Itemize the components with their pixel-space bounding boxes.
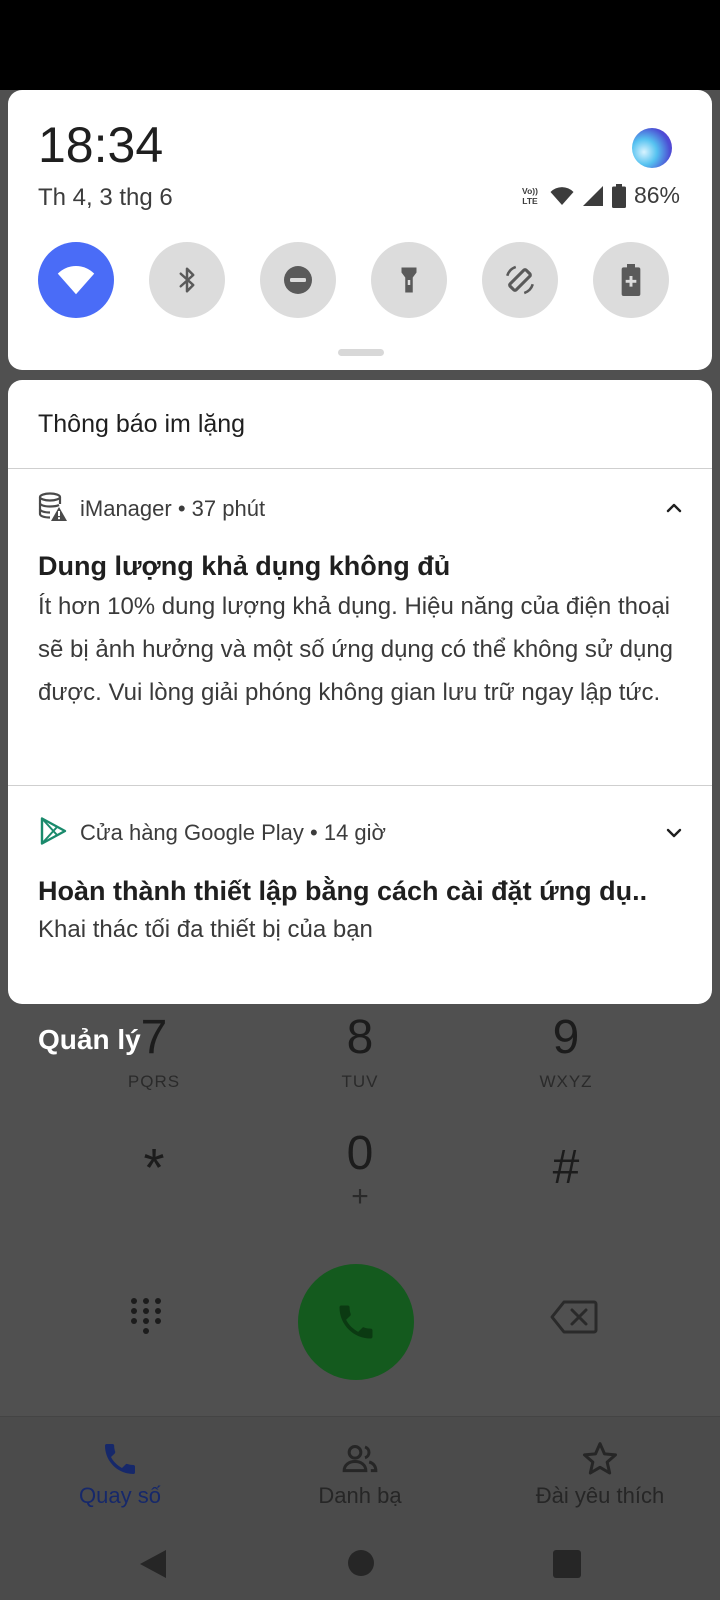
home-icon[interactable] [348, 1550, 374, 1576]
dial-key-7[interactable]: 7 PQRS [84, 1010, 224, 1092]
battery-icon [611, 183, 626, 208]
nav-tab-label: Danh bạ [318, 1483, 402, 1508]
storage-warning-icon [38, 492, 67, 521]
wifi-tile[interactable] [38, 242, 114, 318]
dialpad-icon[interactable] [128, 1296, 164, 1336]
dial-key-digit: 8 [346, 1011, 374, 1064]
separator-dot: • [310, 820, 324, 845]
call-button[interactable] [298, 1264, 414, 1380]
silent-notifications-header: Thông báo im lặng [38, 410, 246, 438]
backspace-icon[interactable] [550, 1300, 598, 1334]
assistant-icon[interactable] [632, 128, 672, 168]
notification-panel: Thông báo im lặng iManager • 37 phút Dun… [8, 380, 712, 1004]
dial-key-letters: WXYZ [539, 1072, 593, 1091]
flashlight-tile[interactable] [371, 242, 447, 318]
notification-body: Khai thác tối đa thiết bị của bạn [38, 916, 373, 943]
recents-icon[interactable] [553, 1550, 581, 1578]
separator-dot: • [177, 496, 192, 521]
dial-key-letters: PQRS [127, 1072, 181, 1091]
dial-key-star[interactable]: * [84, 1140, 224, 1196]
battery-percent: 86% [633, 182, 680, 208]
system-nav-bar [0, 1526, 720, 1600]
dial-key-hash[interactable]: # [496, 1140, 636, 1196]
notification-app-name: iManager [80, 496, 172, 521]
svg-text:LTE: LTE [522, 196, 538, 206]
battery-saver-tile[interactable] [593, 242, 669, 318]
drag-handle[interactable] [338, 349, 384, 356]
notification-body: Ít hơn 10% dung lượng khả dụng. Hiệu năn… [38, 593, 674, 706]
chevron-up-icon[interactable] [662, 496, 686, 520]
nav-tab-dial[interactable]: Quay số [0, 1417, 240, 1527]
notification-title: Dung lượng khả dụng không đủ [38, 551, 451, 581]
wifi-status-icon [550, 186, 574, 205]
star-icon [583, 1442, 617, 1475]
auto-rotate-icon [506, 265, 534, 295]
dial-key-digit: # [552, 1141, 580, 1194]
bluetooth-icon [179, 267, 195, 293]
nav-tab-label: Đài yêu thích [535, 1483, 665, 1508]
dial-key-digit: 0 [346, 1127, 374, 1180]
nav-tab-favorites[interactable]: Đài yêu thích [480, 1417, 720, 1527]
back-icon[interactable] [138, 1548, 168, 1580]
dial-key-digit: * [143, 1138, 165, 1198]
wifi-icon [57, 265, 95, 295]
notification-app-line: iManager • 37 phút [80, 496, 265, 522]
dial-key-8[interactable]: 8 TUV [290, 1010, 430, 1092]
divider [8, 785, 712, 786]
battery-saver-icon [621, 264, 641, 296]
svg-text:Vo)): Vo)) [522, 186, 538, 196]
divider [8, 468, 712, 469]
notification-app-line: Cửa hàng Google Play • 14 giờ [80, 820, 386, 846]
status-icons: Vo)) LTE 86% [518, 182, 680, 209]
quick-tiles [38, 242, 682, 318]
nav-tab-label: Quay số [79, 1483, 161, 1508]
phone-icon [339, 1305, 373, 1339]
contacts-icon [342, 1445, 378, 1473]
notification-age: 37 phút [191, 496, 266, 521]
dialer-bottom-nav: Quay số Danh bạ Đài yêu thích [0, 1416, 720, 1526]
notification-title: Hoàn thành thiết lập bằng cách cài đặt ứ… [38, 876, 648, 906]
flashlight-icon [401, 267, 417, 293]
quick-settings-panel: 18:34 Th 4, 3 thg 6 Vo)) LTE 86% [8, 90, 712, 370]
phone-icon [105, 1444, 135, 1474]
volte-icon: Vo)) LTE [522, 186, 538, 206]
clock-date[interactable]: Th 4, 3 thg 6 [38, 184, 173, 212]
dial-key-0[interactable]: 0 + [290, 1126, 430, 1212]
clock-time[interactable]: 18:34 [38, 116, 163, 174]
bluetooth-tile[interactable] [149, 242, 225, 318]
chevron-down-icon[interactable] [662, 821, 686, 845]
play-store-icon [40, 817, 67, 845]
dnd-tile[interactable] [260, 242, 336, 318]
dial-key-letters: TUV [341, 1072, 379, 1091]
dial-key-digit: 7 [140, 1011, 168, 1064]
nav-tab-contacts[interactable]: Danh bạ [240, 1417, 480, 1527]
dial-key-plus: + [351, 1180, 369, 1213]
notification-age: 14 giờ [323, 820, 386, 845]
status-bar-background [0, 0, 720, 90]
do-not-disturb-icon [284, 266, 312, 294]
signal-icon [582, 185, 603, 206]
auto-rotate-tile[interactable] [482, 242, 558, 318]
dial-key-9[interactable]: 9 WXYZ [496, 1010, 636, 1092]
notification-app-name: Cửa hàng Google Play [80, 820, 304, 845]
dial-key-digit: 9 [552, 1011, 580, 1064]
